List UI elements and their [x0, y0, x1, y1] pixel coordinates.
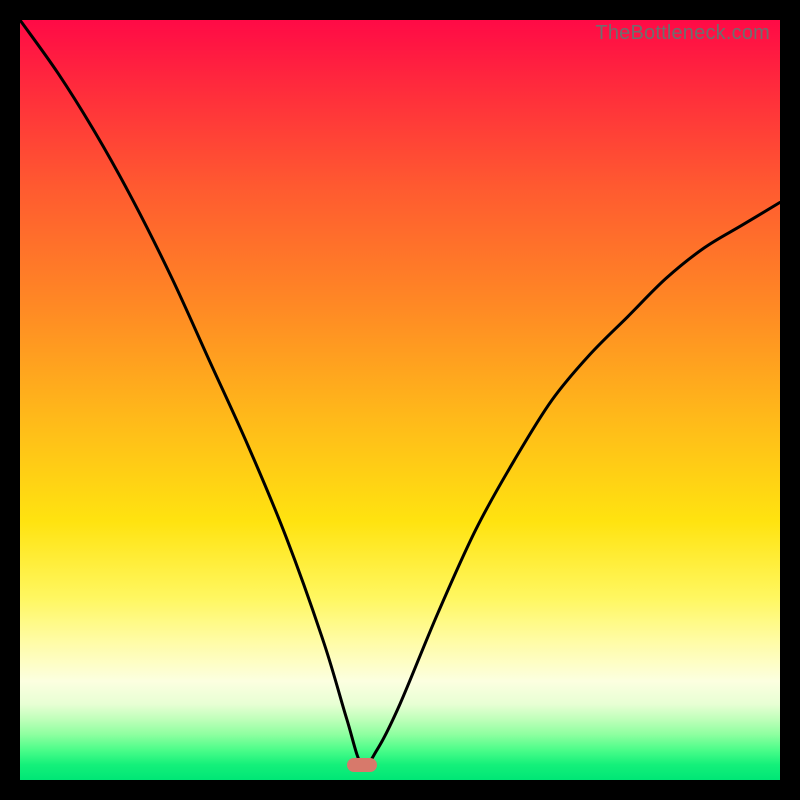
chart-frame: TheBottleneck.com: [0, 0, 800, 800]
plot-area: TheBottleneck.com: [20, 20, 780, 780]
optimal-point-marker: [347, 758, 377, 772]
bottleneck-curve: [20, 20, 780, 780]
